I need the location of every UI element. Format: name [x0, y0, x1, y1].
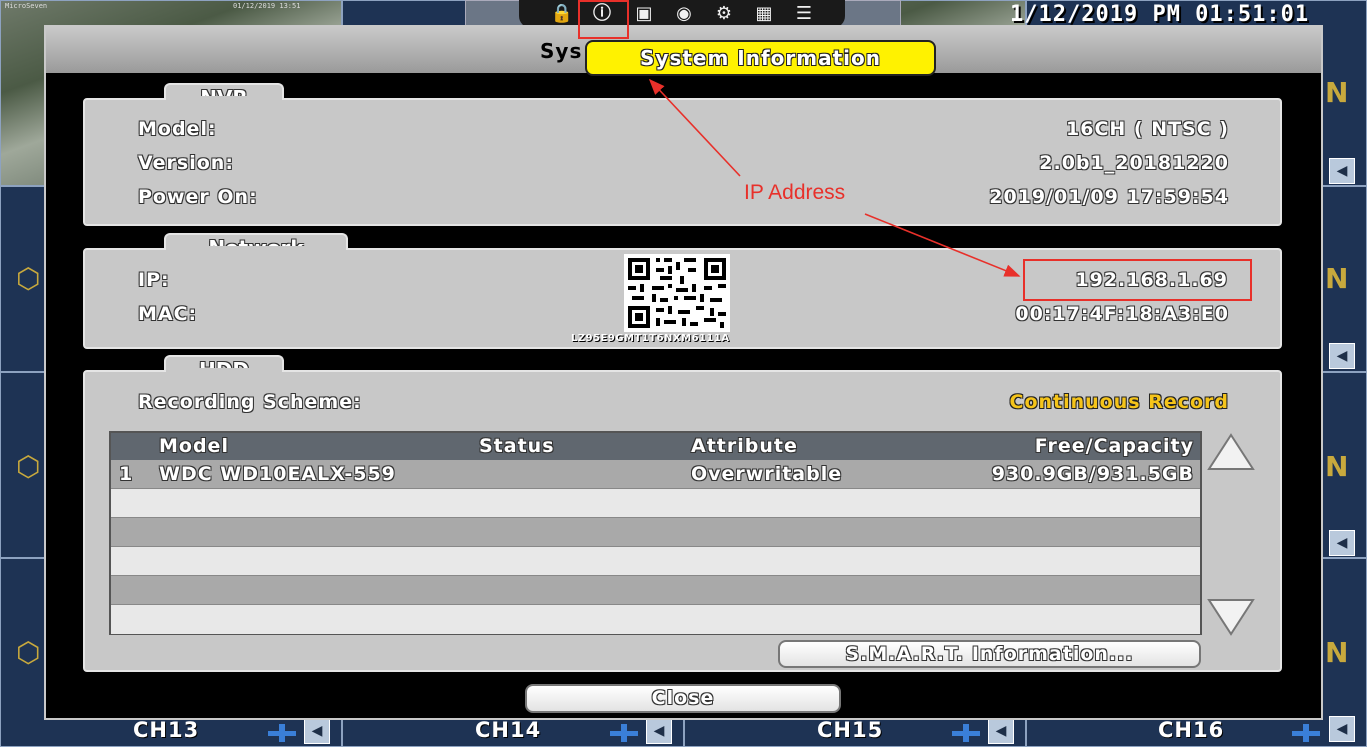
info-icon-highlight [578, 0, 629, 39]
column-header-capacity: Free/Capacity [1034, 435, 1194, 457]
qr-code [624, 254, 730, 332]
speaker-icon[interactable]: ◀ [1329, 343, 1355, 369]
channel-label-16: CH16 [1158, 718, 1225, 742]
list-icon[interactable]: ☰ [791, 3, 817, 25]
nvr-model-value: 16CH ( NTSC ) [1066, 118, 1229, 140]
ip-address-annotation: IP Address [744, 181, 846, 204]
nvr-version-value: 2.0b1_20181220 [1039, 152, 1229, 174]
system-clock: 1/12/2019 PM 01:51:01 [1010, 2, 1310, 27]
speaker-icon[interactable]: ◀ [1329, 158, 1355, 184]
table-row[interactable] [111, 547, 1200, 576]
camera-stamp: MicroSeven [5, 2, 48, 10]
table-row[interactable]: 1 WDC WD10EALX-559 Overwritable 930.9GB/… [111, 460, 1200, 489]
camera-stamp: 01/12/2019 13:51 [233, 2, 301, 10]
channel-label-15: CH15 [817, 718, 884, 742]
hdd-table: Model Status Attribute Free/Capacity 1 W… [109, 431, 1202, 635]
speaker-icon[interactable]: ◀ [304, 718, 330, 744]
channel-label-13: CH13 [133, 718, 200, 742]
table-row[interactable] [111, 605, 1200, 634]
tile-status-icon: N [1325, 450, 1349, 483]
tile-status-icon: ⬡ [16, 636, 41, 669]
dialog-title: Sys [540, 39, 583, 63]
table-row[interactable] [111, 518, 1200, 547]
column-header-attribute: Attribute [691, 435, 798, 457]
ptz-icon[interactable] [952, 724, 980, 742]
column-header-status: Status [479, 435, 555, 457]
triangle-up-icon [1207, 433, 1255, 470]
mac-label: MAC: [138, 303, 198, 325]
main-toolbar: 🔒 ⓘ ▣ ◉ ⚙ ▦ ☰ [519, 0, 845, 28]
column-header-model: Model [159, 435, 229, 457]
speaker-icon[interactable]: ◀ [1329, 530, 1355, 556]
system-information-tooltip: System Information [585, 40, 936, 76]
nvr-power-on-label: Power On: [138, 186, 258, 208]
triangle-down-icon [1207, 599, 1255, 636]
tile-status-icon: N [1325, 636, 1349, 669]
scroll-up-button[interactable] [1206, 432, 1256, 472]
nvr-power-on-value: 2019/01/09 17:59:54 [989, 186, 1229, 208]
nvr-section-tab-cover [166, 96, 282, 102]
tile-status-icon: ⬡ [16, 262, 41, 295]
hdd-table-header: Model Status Attribute Free/Capacity [111, 433, 1200, 460]
camera-icon[interactable]: ◉ [671, 3, 697, 25]
recording-scheme-label: Recording Scheme: [138, 391, 362, 413]
ptz-icon[interactable] [1292, 724, 1320, 742]
tile-status-icon: N [1325, 262, 1349, 295]
settings-icon[interactable]: ⚙ [711, 3, 737, 25]
ip-label: IP: [138, 269, 170, 291]
lock-icon[interactable]: 🔒 [549, 3, 575, 25]
hdd-row-model: WDC WD10EALX-559 [159, 463, 396, 485]
tile-status-icon: N [1325, 76, 1349, 109]
speaker-icon[interactable]: ◀ [1329, 716, 1355, 742]
nvr-version-label: Version: [138, 152, 234, 174]
network-section-tab-cover [166, 246, 346, 252]
table-row[interactable] [111, 576, 1200, 605]
channel-label-14: CH14 [475, 718, 542, 742]
ptz-icon[interactable] [268, 724, 296, 742]
hdd-row-index: 1 [119, 463, 134, 485]
recording-scheme-value: Continuous Record [1009, 391, 1229, 413]
speaker-icon[interactable]: ◀ [988, 718, 1014, 744]
close-button[interactable]: Close [525, 684, 841, 713]
table-row[interactable] [111, 489, 1200, 518]
monitor-icon[interactable]: ▣ [631, 3, 657, 25]
ptz-icon[interactable] [610, 724, 638, 742]
hdd-section-tab-cover [166, 368, 282, 374]
qr-code-caption: LZ95E9GMT1T6NXM6111A [571, 333, 730, 344]
smart-information-button[interactable]: S.M.A.R.T. Information... [778, 640, 1201, 668]
speaker-icon[interactable]: ◀ [646, 718, 672, 744]
hdd-row-capacity: 930.9GB/931.5GB [991, 463, 1194, 485]
scroll-down-button[interactable] [1206, 597, 1256, 637]
mac-value: 00:17:4F:18:A3:E0 [1015, 303, 1229, 325]
nvr-model-label: Model: [138, 118, 217, 140]
tile-status-icon: ⬡ [16, 450, 41, 483]
hdd-row-attribute: Overwritable [691, 463, 843, 485]
ip-address-highlight [1023, 259, 1252, 301]
image-icon[interactable]: ▦ [751, 3, 777, 25]
